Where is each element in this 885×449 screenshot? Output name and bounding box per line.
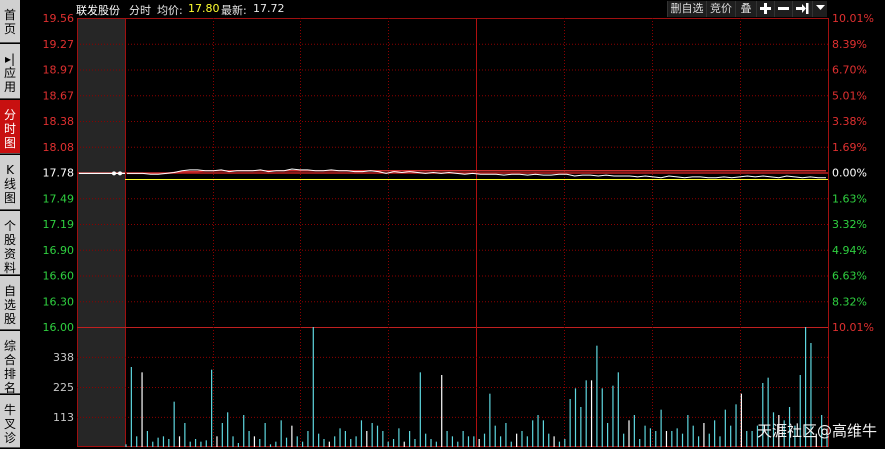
price-tick-label: 18.67 — [43, 89, 75, 102]
intraday-chart[interactable]: 19.56 19.27 18.97 18.67 18.38 18.08 17.78 17.49… — [0, 0, 885, 449]
percent-tick-label: 4.94% — [832, 244, 867, 257]
percent-tick-label: 5.01% — [832, 89, 867, 102]
percent-tick-label: 3.32% — [832, 218, 867, 231]
price-tick-label: 19.56 — [43, 12, 75, 25]
price-tick-label: 17.49 — [43, 192, 75, 205]
percent-tick-label: 0.00% — [832, 167, 867, 180]
price-tick-label: 19.27 — [43, 38, 75, 51]
volume-tick-label: 338 — [53, 351, 74, 364]
volume-tick-label: 113 — [53, 411, 74, 424]
percent-tick-label: 10.01% — [832, 12, 874, 25]
percent-tick-label: 10.01% — [832, 321, 874, 334]
price-tick-label: 18.97 — [43, 64, 75, 77]
percent-tick-label: 8.32% — [832, 295, 867, 308]
watermark: 天涯社区@高维牛 — [756, 422, 877, 440]
volume-tick-label: 225 — [53, 381, 74, 394]
open-dot — [112, 171, 116, 176]
percent-tick-label: 1.69% — [832, 141, 867, 154]
price-tick-label: 18.08 — [43, 141, 75, 154]
percent-tick-label: 1.63% — [832, 192, 867, 205]
percent-tick-label: 8.39% — [832, 38, 867, 51]
pre-market-area — [77, 18, 125, 447]
price-tick-label: 17.78 — [43, 167, 75, 180]
percent-tick-label: 6.70% — [832, 64, 867, 77]
price-tick-label: 16.60 — [43, 270, 75, 283]
open-dot — [118, 171, 122, 176]
price-tick-label: 16.30 — [43, 295, 75, 308]
percent-tick-label: 6.63% — [832, 270, 867, 283]
price-tick-label: 16.00 — [43, 321, 75, 334]
chart-frame — [77, 18, 829, 447]
percent-tick-label: 3.38% — [832, 115, 867, 128]
price-tick-label: 16.90 — [43, 244, 75, 257]
price-tick-label: 17.19 — [43, 218, 75, 231]
price-tick-label: 18.38 — [43, 115, 75, 128]
